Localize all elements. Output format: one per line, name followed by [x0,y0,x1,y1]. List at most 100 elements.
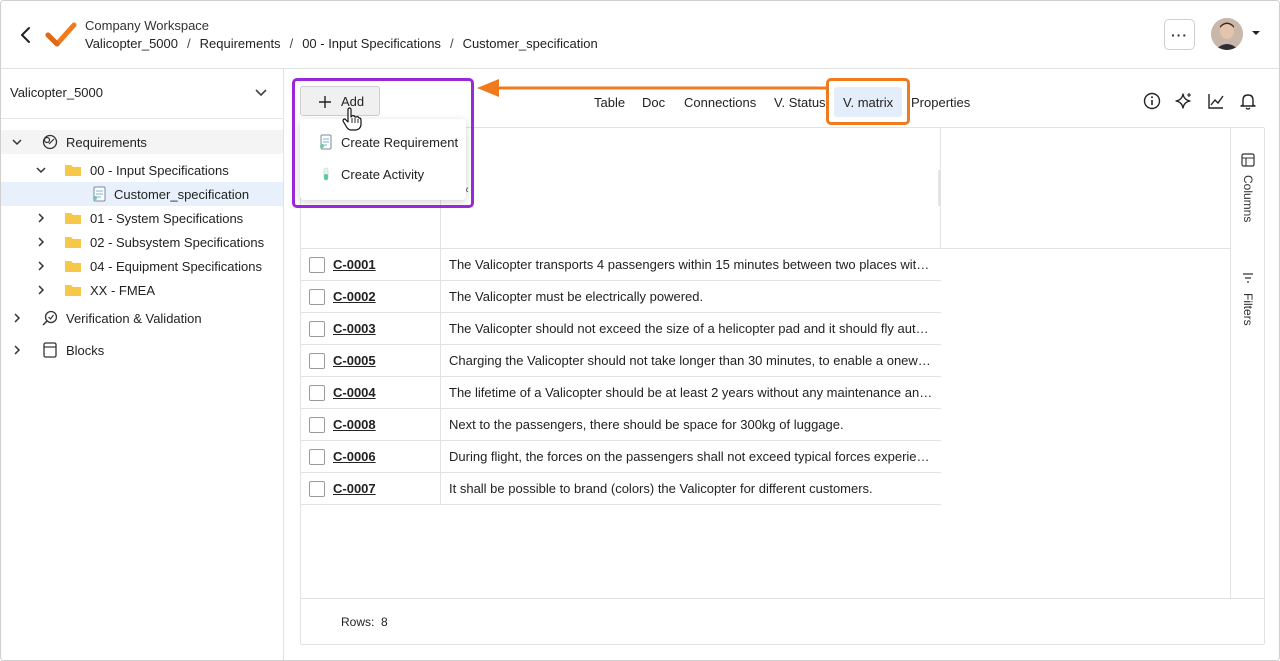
tab-properties[interactable]: Properties [902,87,979,117]
add-button[interactable]: Add [300,86,380,116]
row-checkbox[interactable] [309,321,325,337]
columns-icon [1241,153,1255,167]
top-header: Company Workspace Valicopter_5000 / Requ… [1,1,1279,69]
avatar-portrait-icon [1211,18,1243,50]
info-icon[interactable] [1142,91,1162,111]
requirement-id-link[interactable]: C-0002 [333,289,376,304]
table-row[interactable]: C-0007 It shall be possible to brand (co… [301,473,941,505]
row-checkbox[interactable] [309,385,325,401]
chevron-right-icon[interactable] [11,344,23,356]
column-resize-handle[interactable] [938,170,940,206]
project-selector[interactable]: Valicopter_5000 [1,69,283,119]
menu-item-create-activity[interactable]: Create Activity [300,159,466,189]
row-checkbox[interactable] [309,417,325,433]
table-row[interactable]: C-0003 The Valicopter should not exceed … [301,313,941,345]
requirement-id-link[interactable]: C-0006 [333,449,376,464]
chevron-right-icon[interactable] [35,284,47,296]
row-checkbox[interactable] [309,353,325,369]
requirement-id-link[interactable]: C-0005 [333,353,376,368]
row-count-label: Rows: [341,615,375,629]
plus-icon [319,96,331,108]
tree-item-label: Blocks [66,343,105,358]
filter-icon [1243,273,1253,283]
requirement-text: Charging the Valicopter should not take … [449,353,933,368]
cell-divider [440,281,441,313]
breadcrumb-current-document[interactable]: Customer_specification [463,36,598,51]
chevron-right-icon[interactable] [11,312,23,324]
requirement-id-link[interactable]: C-0003 [333,321,376,336]
side-panel-rail: Columns Filters [1230,128,1265,598]
requirements-icon [42,134,58,150]
tab-doc[interactable]: Doc [633,87,674,117]
row-checkbox[interactable] [309,481,325,497]
tree-item-requirements[interactable]: Requirements [1,130,283,154]
tree-item-label: XX - FMEA [90,283,156,298]
caret-down-icon[interactable] [1251,28,1261,38]
requirement-text: The lifetime of a Valicopter should be a… [449,385,933,400]
cell-divider [440,441,441,473]
tab-table[interactable]: Table [585,87,634,117]
requirement-id-link[interactable]: C-0001 [333,257,376,272]
table-row[interactable]: C-0006 During flight, the forces on the … [301,441,941,473]
tree-item-blocks[interactable]: Blocks [1,338,283,362]
sparkle-icon[interactable] [1174,91,1194,111]
requirement-text: Next to the passengers, there should be … [449,417,844,432]
breadcrumb-project[interactable]: Valicopter_5000 [85,36,178,51]
tree-item-input-specifications[interactable]: 00 - Input Specifications [1,158,283,182]
requirement-id-link[interactable]: C-0008 [333,417,376,432]
chevron-right-icon[interactable] [35,236,47,248]
folder-icon [65,165,81,176]
requirement-id-link[interactable]: C-0004 [333,385,376,400]
menu-item-create-requirement[interactable]: Create Requirement [300,127,466,157]
table-row[interactable]: C-0004 The lifetime of a Valicopter shou… [301,377,941,409]
cell-divider [440,249,441,281]
requirement-text: The Valicopter must be electrically powe… [449,289,704,304]
columns-panel-toggle[interactable]: Columns [1231,153,1266,233]
breadcrumb-input-specifications[interactable]: 00 - Input Specifications [302,36,441,51]
row-checkbox[interactable] [309,449,325,465]
breadcrumb-requirements[interactable]: Requirements [200,36,281,51]
tab-connections[interactable]: Connections [675,87,765,117]
tree-item-label: Requirements [66,135,147,150]
table-row[interactable]: C-0008 Next to the passengers, there sho… [301,409,941,441]
chevron-right-icon[interactable] [35,260,47,272]
cell-divider [440,313,441,345]
tab-v-status[interactable]: V. Status [765,87,835,117]
more-options-button[interactable]: ··· [1164,19,1195,50]
table-row[interactable]: C-0001 The Valicopter transports 4 passe… [301,249,941,281]
filters-panel-toggle[interactable]: Filters [1231,271,1266,341]
chart-icon[interactable] [1206,91,1226,111]
tree-item-equipment-specifications[interactable]: 04 - Equipment Specifications [1,254,283,278]
table-row[interactable]: C-0005 Charging the Valicopter should no… [301,345,941,377]
sidebar: Valicopter_5000 Requirements 00 - Input … [1,69,284,660]
tree-item-subsystem-specifications[interactable]: 02 - Subsystem Specifications [1,230,283,254]
cell-divider [440,409,441,441]
breadcrumb-separator: / [449,36,454,51]
requirement-id-link[interactable]: C-0007 [333,481,376,496]
cell-divider [440,377,441,409]
folder-icon [65,213,81,224]
row-count-value: 8 [381,615,388,629]
menu-item-label: Create Activity [341,166,425,182]
chevron-down-icon[interactable] [11,136,23,148]
bell-icon[interactable] [1238,91,1258,111]
tree-item-system-specifications[interactable]: 01 - System Specifications [1,206,283,230]
back-arrow-icon[interactable] [17,25,35,45]
breadcrumb-separator: / [289,36,294,51]
tab-v-matrix[interactable]: V. matrix [834,87,903,117]
row-checkbox[interactable] [309,257,325,273]
tree-item-verification-validation[interactable]: Verification & Validation [1,306,283,330]
requirement-text: The Valicopter should not exceed the siz… [449,321,933,336]
tree-item-label: 04 - Equipment Specifications [90,259,262,274]
user-avatar[interactable] [1211,18,1243,50]
matrix-table: ‹ C-0001 The Valicopter transports 4 pas… [300,127,1265,645]
chevron-right-icon[interactable] [35,212,47,224]
tree-item-customer-specification[interactable]: Customer_specification [1,182,283,206]
tree-item-fmea[interactable]: XX - FMEA [1,278,283,302]
chevron-down-icon[interactable] [35,164,47,176]
table-row[interactable]: C-0002 The Valicopter must be electrical… [301,281,941,313]
cell-divider [440,345,441,377]
row-checkbox[interactable] [309,289,325,305]
requirement-document-icon [320,134,332,150]
chevron-down-icon [255,89,267,97]
